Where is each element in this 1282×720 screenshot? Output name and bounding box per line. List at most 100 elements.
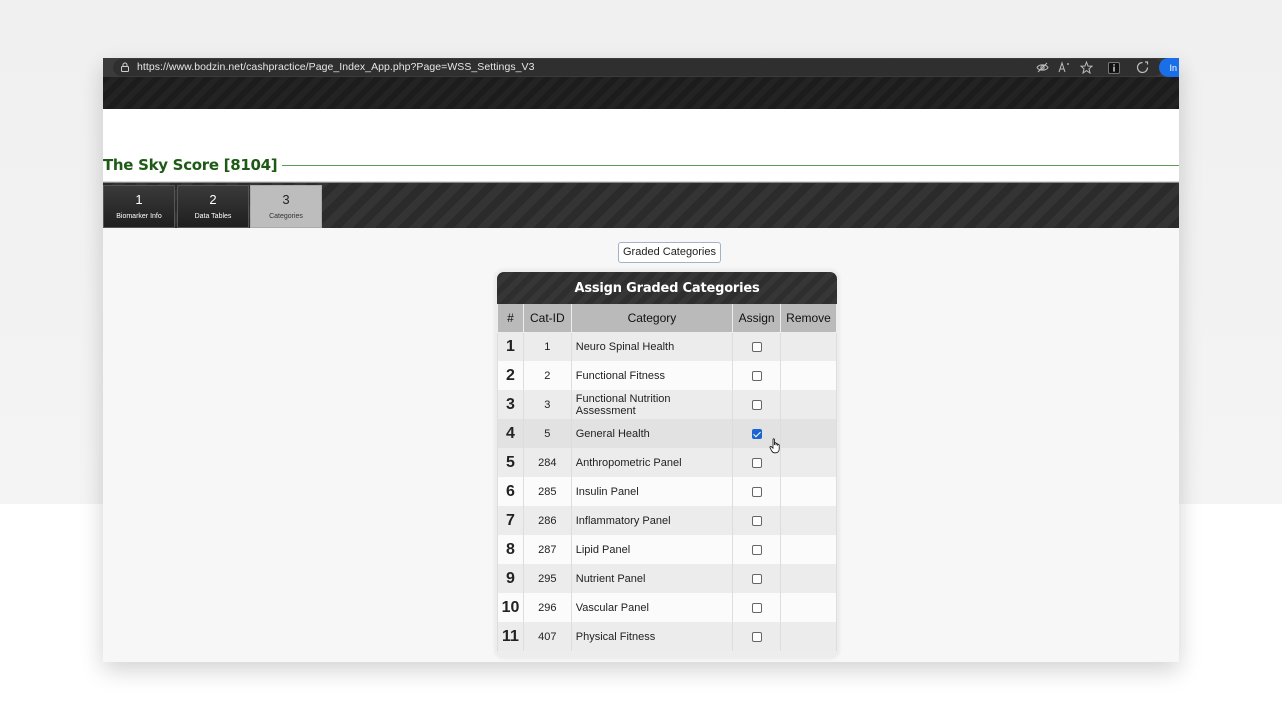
assign-checkbox[interactable] [751, 486, 762, 497]
assign-checkbox[interactable] [751, 544, 762, 555]
table-row: 1 1 Neuro Spinal Health [497, 332, 837, 361]
cat-id-cell: 5 [522, 419, 572, 448]
row-number: 6 [497, 477, 524, 506]
table-row: 9 295 Nutrient Panel [497, 564, 837, 593]
info-icon[interactable] [1107, 61, 1121, 75]
assign-checkbox[interactable] [751, 341, 762, 352]
table-row: 5 284 Anthropometric Panel [497, 448, 837, 477]
assign-checkbox[interactable] [751, 428, 762, 439]
column-header-category: Category [570, 304, 734, 333]
row-number: 3 [497, 390, 524, 419]
cat-id-cell: 1 [522, 332, 572, 361]
column-header-remove: Remove [780, 304, 837, 333]
cat-id-cell: 296 [522, 593, 572, 622]
profile-button[interactable]: In [1159, 58, 1179, 77]
cat-id-cell: 2 [522, 361, 572, 390]
extensions-icon[interactable] [1135, 61, 1149, 75]
cat-id-cell: 285 [522, 477, 572, 506]
category-name-cell: Nutrient Panel [570, 564, 734, 593]
assign-checkbox[interactable] [751, 399, 762, 410]
row-number: 8 [497, 535, 524, 564]
lock-icon [121, 62, 129, 72]
tab-data-tables[interactable]: 2 Data Tables [177, 185, 249, 228]
category-name-cell: General Health [570, 419, 734, 448]
assign-cell [732, 361, 782, 390]
table-row: 8 287 Lipid Panel [497, 535, 837, 564]
cat-id-cell: 3 [522, 390, 572, 419]
tab-label: Biomarker Info [116, 213, 162, 220]
row-number: 4 [497, 419, 524, 448]
category-name-cell: Physical Fitness [570, 622, 734, 651]
row-number: 10 [497, 593, 524, 622]
row-number: 1 [497, 332, 524, 361]
tab-number: 2 [209, 192, 217, 207]
tab-number: 1 [135, 192, 143, 207]
table-row: 6 285 Insulin Panel [497, 477, 837, 506]
cat-id-cell: 295 [522, 564, 572, 593]
remove-cell [780, 477, 837, 506]
category-name-cell: Functional Fitness [570, 361, 734, 390]
category-name-cell: Neuro Spinal Health [570, 332, 734, 361]
remove-cell [780, 564, 837, 593]
remove-cell [780, 332, 837, 361]
title-divider [248, 165, 1179, 166]
hand-cursor-icon [769, 438, 780, 454]
assign-categories-panel: Assign Graded Categories # Cat-ID Catego… [495, 270, 839, 658]
assign-cell [732, 390, 782, 419]
tab-strip: 1 Biomarker Info 2 Data Tables 3 Categor… [103, 182, 1179, 228]
page-title: The Sky Score [8104] [103, 156, 283, 174]
table-row: 3 3 Functional Nutrition Assessment [497, 390, 837, 419]
category-name-cell: Anthropometric Panel [570, 448, 734, 477]
table-row: 4 5 General Health [497, 419, 837, 448]
assign-cell [732, 622, 782, 651]
table-row: 7 286 Inflammatory Panel [497, 506, 837, 535]
graded-categories-button[interactable]: Graded Categories [618, 242, 721, 263]
cat-id-cell: 407 [522, 622, 572, 651]
tab-categories[interactable]: 3 Categories [250, 185, 322, 228]
assign-cell [732, 332, 782, 361]
tab-label: Data Tables [194, 213, 232, 220]
assign-cell [732, 564, 782, 593]
cat-id-cell: 286 [522, 506, 572, 535]
table-row: 11 407 Physical Fitness [497, 622, 837, 651]
url-text[interactable]: https://www.bodzin.net/cashpractice/Page… [137, 61, 534, 73]
assign-checkbox[interactable] [751, 515, 762, 526]
row-number: 2 [497, 361, 524, 390]
header-spacer [103, 109, 1179, 151]
assign-checkbox[interactable] [751, 370, 762, 381]
cat-id-cell: 284 [522, 448, 572, 477]
address-bar: https://www.bodzin.net/cashpractice/Page… [103, 58, 1179, 77]
assign-cell [732, 477, 782, 506]
assign-checkbox[interactable] [751, 457, 762, 468]
category-name-cell: Inflammatory Panel [570, 506, 734, 535]
assign-checkbox[interactable] [751, 631, 762, 642]
column-header-number: # [497, 304, 524, 333]
categories-table: # Cat-ID Category Assign Remove 1 1 Neuro … [497, 304, 837, 651]
category-name-cell: Functional Nutrition Assessment [570, 390, 734, 419]
assign-checkbox[interactable] [751, 573, 762, 584]
table-row: 10 296 Vascular Panel [497, 593, 837, 622]
browser-window: https://www.bodzin.net/cashpractice/Page… [103, 58, 1179, 662]
favorite-star-icon[interactable] [1079, 61, 1093, 75]
remove-cell [780, 622, 837, 651]
remove-cell [780, 361, 837, 390]
row-number: 11 [497, 622, 524, 651]
assign-cell [732, 506, 782, 535]
category-name-cell: Vascular Panel [570, 593, 734, 622]
row-number: 7 [497, 506, 524, 535]
table-row: 2 2 Functional Fitness [497, 361, 837, 390]
table-header-row: # Cat-ID Category Assign Remove [497, 304, 837, 333]
tab-biomarker-info[interactable]: 1 Biomarker Info [103, 185, 175, 228]
panel-title: Assign Graded Categories [497, 272, 837, 304]
read-aloud-icon[interactable] [1057, 61, 1071, 75]
column-header-assign: Assign [732, 304, 782, 333]
remove-cell [780, 593, 837, 622]
remove-cell [780, 448, 837, 477]
remove-cell [780, 535, 837, 564]
assign-cell [732, 593, 782, 622]
title-row: The Sky Score [8104] [103, 151, 1179, 182]
site-toolbar [103, 77, 1179, 109]
tab-label: Categories [269, 213, 303, 220]
eye-off-icon[interactable] [1035, 61, 1049, 75]
assign-checkbox[interactable] [751, 602, 762, 613]
